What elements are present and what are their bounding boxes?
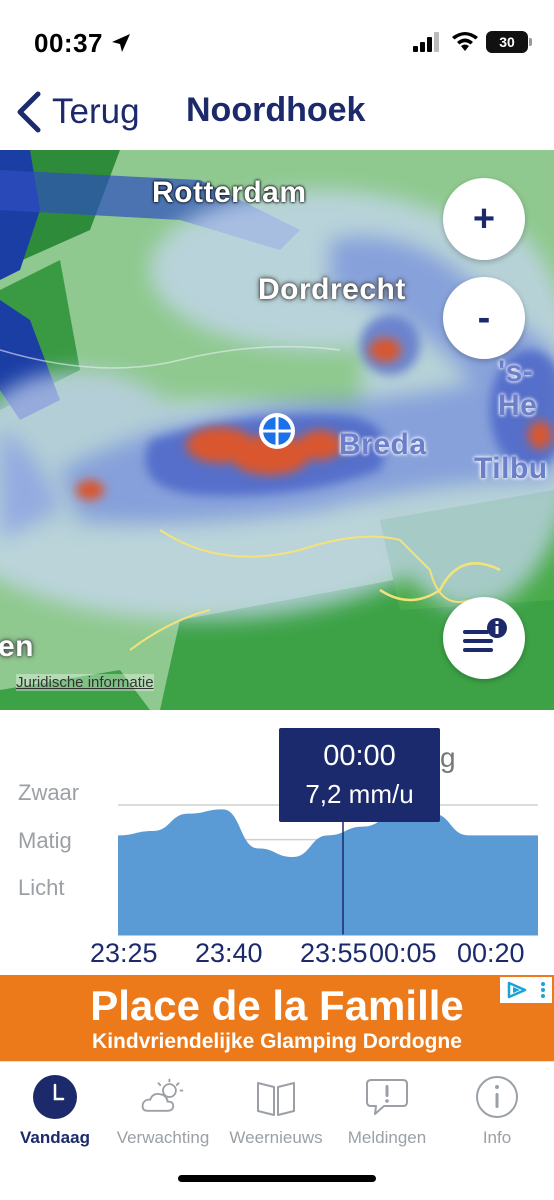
chevron-left-icon xyxy=(17,91,41,133)
precipitation-area xyxy=(118,809,538,935)
tab-label: Meldingen xyxy=(347,1128,427,1147)
partial-label: g xyxy=(440,742,456,773)
tab-meldingen[interactable]: Meldingen xyxy=(328,1074,446,1148)
tab-verwachting[interactable]: Verwachting xyxy=(104,1074,222,1148)
city-label-partial: en xyxy=(0,630,35,663)
alert-bubble-icon xyxy=(364,1074,410,1120)
nav-bar: Terug Noordhoek xyxy=(0,86,554,150)
x-tick-label: 00:20 xyxy=(457,938,525,968)
book-icon xyxy=(253,1074,299,1120)
city-label-den-bosch: 's-He xyxy=(498,355,538,422)
ad-subtitle: Kindvriendelijke Glamping Dordogne xyxy=(92,1030,462,1053)
data-point-00:25 xyxy=(535,832,541,838)
y-label-licht: Licht xyxy=(18,875,65,900)
legend-info-icon xyxy=(463,618,507,652)
data-point-00:00 xyxy=(360,824,366,830)
location-arrow-icon xyxy=(112,34,130,52)
data-point-23:35 xyxy=(185,811,191,817)
data-point-23:25 xyxy=(115,832,121,838)
city-label-tilburg: Tilbu xyxy=(474,452,548,485)
signal-icon xyxy=(413,32,439,52)
y-label-zwaar: Zwaar xyxy=(18,780,80,805)
location-crosshair-icon xyxy=(259,413,295,449)
page-title: Noordhoek xyxy=(186,91,366,129)
chart-tooltip: 00:00 7,2 mm/u xyxy=(279,728,440,822)
tooltip-time: 00:00 xyxy=(323,740,396,772)
city-label-rotterdam: Rotterdam xyxy=(152,176,307,209)
radar-map[interactable]: Rotterdam Dordrecht Breda Tilbu 's-He en… xyxy=(0,150,554,710)
zoom-in-label: + xyxy=(472,197,496,240)
more-vertical-icon xyxy=(541,982,545,998)
data-point-23:45 xyxy=(255,845,261,851)
zoom-in-button[interactable]: + xyxy=(443,178,525,260)
zoom-out-button[interactable]: - xyxy=(443,277,525,359)
data-point-23:40 xyxy=(220,806,226,812)
legal-info-link[interactable]: Juridische informatie xyxy=(16,674,154,691)
zoom-out-label: - xyxy=(477,296,491,339)
back-button[interactable]: Terug xyxy=(14,88,140,136)
info-icon xyxy=(474,1074,520,1120)
data-point-00:20 xyxy=(500,832,506,838)
precipitation-chart[interactable]: Zwaar Matig Licht g 00:00 7,2 mm/u 23:25… xyxy=(0,710,554,975)
battery-cap xyxy=(529,38,532,46)
ad-choices-icon xyxy=(507,981,527,999)
legend-button[interactable] xyxy=(443,597,525,679)
back-label: Terug xyxy=(52,92,140,131)
city-label-dordrecht: Dordrecht xyxy=(258,273,406,306)
home-indicator xyxy=(178,1175,376,1182)
battery-level: 30 xyxy=(499,34,515,50)
x-tick-label: 23:40 xyxy=(195,938,263,968)
tab-label: Info xyxy=(482,1128,512,1147)
cloud-sun-icon xyxy=(140,1074,186,1120)
ad-title: Place de la Famille xyxy=(90,982,464,1029)
city-label-breda: Breda xyxy=(339,428,427,461)
data-point-23:50 xyxy=(290,854,296,860)
tab-label: Verwachting xyxy=(116,1128,210,1147)
wifi-icon xyxy=(452,32,478,51)
tab-label: Vandaag xyxy=(20,1128,90,1147)
tab-vandaag[interactable]: Vandaag xyxy=(0,1074,114,1148)
tab-label: Weernieuws xyxy=(229,1128,323,1147)
status-time: 00:37 xyxy=(34,28,103,58)
data-point-23:55 xyxy=(325,832,331,838)
tooltip-value: 7,2 mm/u xyxy=(305,779,414,809)
tab-info[interactable]: Info xyxy=(438,1074,554,1148)
x-tick-label: 23:55 xyxy=(300,938,368,968)
data-point-00:15 xyxy=(465,832,471,838)
x-tick-label: 23:25 xyxy=(90,938,158,968)
status-bar: 00:37 30 xyxy=(0,0,554,86)
x-tick-label: 00:05 xyxy=(369,938,437,968)
battery-icon: 30 xyxy=(486,31,528,53)
data-point-23:30 xyxy=(150,828,156,834)
tab-weernieuws[interactable]: Weernieuws xyxy=(217,1074,335,1148)
ad-choices-badge[interactable] xyxy=(500,977,552,1003)
ad-banner[interactable]: Place de la Famille Kindvriendelijke Gla… xyxy=(0,975,554,1061)
precipitation-chart-svg xyxy=(115,804,541,936)
clock-icon xyxy=(32,1074,78,1120)
y-label-matig: Matig xyxy=(18,828,72,853)
